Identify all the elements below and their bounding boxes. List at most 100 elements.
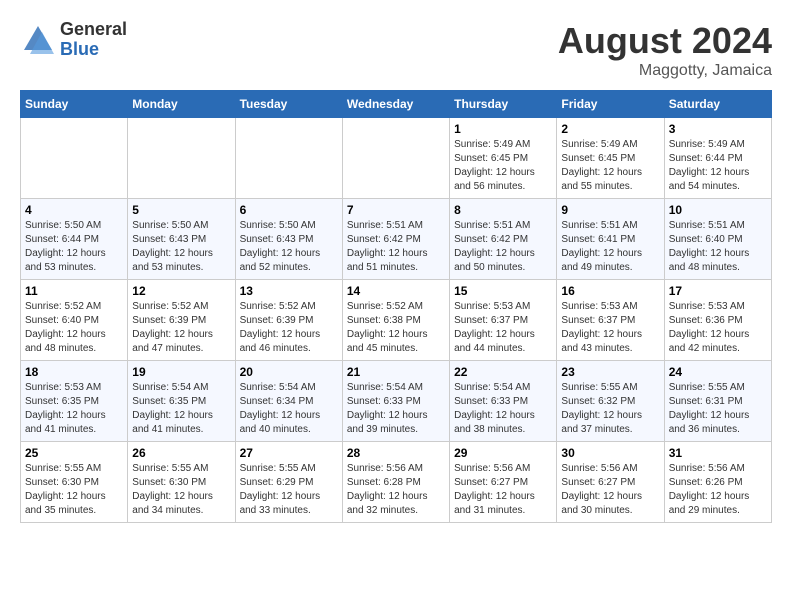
day-number: 14	[347, 284, 445, 298]
day-info-text: Sunrise: 5:53 AM Sunset: 6:37 PM Dayligh…	[454, 300, 552, 356]
day-number: 16	[561, 284, 659, 298]
calendar-cell: 9 Sunrise: 5:51 AM Sunset: 6:41 PM Daylig…	[557, 199, 664, 280]
calendar-cell: 31 Sunrise: 5:56 AM Sunset: 6:26 PM Dayli…	[664, 442, 771, 523]
calendar-cell: 14Sunrise: 5:52 AM Sunset: 6:38 PM Dayli…	[342, 280, 449, 361]
calendar-cell: 18 Sunrise: 5:53 AM Sunset: 6:35 PM Dayli…	[21, 361, 128, 442]
calendar-cell: 10Sunrise: 5:51 AM Sunset: 6:40 PM Dayli…	[664, 199, 771, 280]
calendar-cell: 20 Sunrise: 5:54 AM Sunset: 6:34 PM Dayli…	[235, 361, 342, 442]
day-number: 12	[132, 284, 230, 298]
day-info-text: Sunrise: 5:56 AM Sunset: 6:26 PM Dayligh…	[669, 462, 767, 518]
day-info-text: Sunrise: 5:50 AM Sunset: 6:43 PM Dayligh…	[240, 219, 338, 275]
calendar-week-row: 18 Sunrise: 5:53 AM Sunset: 6:35 PM Dayli…	[21, 361, 772, 442]
calendar-header: SundayMondayTuesdayWednesdayThursdayFrid…	[21, 91, 772, 118]
month-year-title: August 2024	[558, 20, 772, 62]
calendar-cell: 27Sunrise: 5:55 AM Sunset: 6:29 PM Dayli…	[235, 442, 342, 523]
day-of-week-header: Wednesday	[342, 91, 449, 118]
day-number: 6	[240, 203, 338, 217]
day-number: 7	[347, 203, 445, 217]
calendar-week-row: 1Sunrise: 5:49 AM Sunset: 6:45 PM Daylig…	[21, 118, 772, 199]
day-number: 3	[669, 122, 767, 136]
day-info-text: Sunrise: 5:49 AM Sunset: 6:45 PM Dayligh…	[454, 138, 552, 194]
calendar-cell: 8 Sunrise: 5:51 AM Sunset: 6:42 PM Daylig…	[450, 199, 557, 280]
day-info-text: Sunrise: 5:53 AM Sunset: 6:36 PM Dayligh…	[669, 300, 767, 356]
day-info-text: Sunrise: 5:52 AM Sunset: 6:39 PM Dayligh…	[240, 300, 338, 356]
day-number: 11	[25, 284, 123, 298]
calendar-cell	[235, 118, 342, 199]
day-number: 27	[240, 446, 338, 460]
day-number: 21	[347, 365, 445, 379]
title-block: August 2024 Maggotty, Jamaica	[558, 20, 772, 80]
day-info-text: Sunrise: 5:55 AM Sunset: 6:30 PM Dayligh…	[25, 462, 123, 518]
day-number: 25	[25, 446, 123, 460]
day-info-text: Sunrise: 5:51 AM Sunset: 6:42 PM Dayligh…	[454, 219, 552, 275]
calendar-cell: 21Sunrise: 5:54 AM Sunset: 6:33 PM Dayli…	[342, 361, 449, 442]
calendar-cell	[21, 118, 128, 199]
calendar-table: SundayMondayTuesdayWednesdayThursdayFrid…	[20, 90, 772, 523]
day-number: 19	[132, 365, 230, 379]
calendar-cell: 19 Sunrise: 5:54 AM Sunset: 6:35 PM Dayli…	[128, 361, 235, 442]
calendar-body: 1Sunrise: 5:49 AM Sunset: 6:45 PM Daylig…	[21, 118, 772, 523]
calendar-cell: 15Sunrise: 5:53 AM Sunset: 6:37 PM Dayli…	[450, 280, 557, 361]
day-info-text: Sunrise: 5:55 AM Sunset: 6:32 PM Dayligh…	[561, 381, 659, 437]
calendar-cell: 23 Sunrise: 5:55 AM Sunset: 6:32 PM Dayli…	[557, 361, 664, 442]
calendar-cell: 12 Sunrise: 5:52 AM Sunset: 6:39 PM Dayli…	[128, 280, 235, 361]
calendar-cell: 4 Sunrise: 5:50 AM Sunset: 6:44 PM Daylig…	[21, 199, 128, 280]
day-info-text: Sunrise: 5:55 AM Sunset: 6:31 PM Dayligh…	[669, 381, 767, 437]
day-info-text: Sunrise: 5:52 AM Sunset: 6:39 PM Dayligh…	[132, 300, 230, 356]
calendar-cell: 2 Sunrise: 5:49 AM Sunset: 6:45 PM Daylig…	[557, 118, 664, 199]
calendar-week-row: 4 Sunrise: 5:50 AM Sunset: 6:44 PM Daylig…	[21, 199, 772, 280]
calendar-cell: 25 Sunrise: 5:55 AM Sunset: 6:30 PM Dayli…	[21, 442, 128, 523]
day-number: 17	[669, 284, 767, 298]
day-number: 10	[669, 203, 767, 217]
day-number: 9	[561, 203, 659, 217]
calendar-cell: 29Sunrise: 5:56 AM Sunset: 6:27 PM Dayli…	[450, 442, 557, 523]
day-info-text: Sunrise: 5:54 AM Sunset: 6:34 PM Dayligh…	[240, 381, 338, 437]
day-number: 28	[347, 446, 445, 460]
day-of-week-header: Sunday	[21, 91, 128, 118]
calendar-cell: 6 Sunrise: 5:50 AM Sunset: 6:43 PM Daylig…	[235, 199, 342, 280]
day-of-week-header: Monday	[128, 91, 235, 118]
day-info-text: Sunrise: 5:56 AM Sunset: 6:28 PM Dayligh…	[347, 462, 445, 518]
day-info-text: Sunrise: 5:49 AM Sunset: 6:45 PM Dayligh…	[561, 138, 659, 194]
logo-general-text: General	[60, 20, 127, 40]
day-number: 20	[240, 365, 338, 379]
day-number: 18	[25, 365, 123, 379]
day-of-week-header: Friday	[557, 91, 664, 118]
day-info-text: Sunrise: 5:56 AM Sunset: 6:27 PM Dayligh…	[561, 462, 659, 518]
day-info-text: Sunrise: 5:50 AM Sunset: 6:43 PM Dayligh…	[132, 219, 230, 275]
day-number: 8	[454, 203, 552, 217]
calendar-week-row: 11 Sunrise: 5:52 AM Sunset: 6:40 PM Dayli…	[21, 280, 772, 361]
day-info-text: Sunrise: 5:55 AM Sunset: 6:30 PM Dayligh…	[132, 462, 230, 518]
logo: General Blue	[20, 20, 127, 60]
day-number: 5	[132, 203, 230, 217]
days-of-week-row: SundayMondayTuesdayWednesdayThursdayFrid…	[21, 91, 772, 118]
day-info-text: Sunrise: 5:52 AM Sunset: 6:40 PM Dayligh…	[25, 300, 123, 356]
day-number: 31	[669, 446, 767, 460]
day-of-week-header: Saturday	[664, 91, 771, 118]
calendar-cell: 7Sunrise: 5:51 AM Sunset: 6:42 PM Daylig…	[342, 199, 449, 280]
day-number: 13	[240, 284, 338, 298]
day-number: 4	[25, 203, 123, 217]
calendar-week-row: 25 Sunrise: 5:55 AM Sunset: 6:30 PM Dayli…	[21, 442, 772, 523]
day-info-text: Sunrise: 5:49 AM Sunset: 6:44 PM Dayligh…	[669, 138, 767, 194]
calendar-cell: 24Sunrise: 5:55 AM Sunset: 6:31 PM Dayli…	[664, 361, 771, 442]
calendar-cell: 17 Sunrise: 5:53 AM Sunset: 6:36 PM Dayli…	[664, 280, 771, 361]
day-number: 30	[561, 446, 659, 460]
day-info-text: Sunrise: 5:53 AM Sunset: 6:37 PM Dayligh…	[561, 300, 659, 356]
logo-blue-text: Blue	[60, 40, 127, 60]
calendar-cell: 3 Sunrise: 5:49 AM Sunset: 6:44 PM Daylig…	[664, 118, 771, 199]
calendar-cell: 28 Sunrise: 5:56 AM Sunset: 6:28 PM Dayli…	[342, 442, 449, 523]
day-info-text: Sunrise: 5:50 AM Sunset: 6:44 PM Dayligh…	[25, 219, 123, 275]
day-info-text: Sunrise: 5:53 AM Sunset: 6:35 PM Dayligh…	[25, 381, 123, 437]
calendar-cell: 5 Sunrise: 5:50 AM Sunset: 6:43 PM Daylig…	[128, 199, 235, 280]
day-number: 23	[561, 365, 659, 379]
calendar-cell	[128, 118, 235, 199]
calendar-cell: 22Sunrise: 5:54 AM Sunset: 6:33 PM Dayli…	[450, 361, 557, 442]
location-subtitle: Maggotty, Jamaica	[558, 62, 772, 80]
day-number: 2	[561, 122, 659, 136]
day-info-text: Sunrise: 5:51 AM Sunset: 6:41 PM Dayligh…	[561, 219, 659, 275]
logo-icon	[20, 22, 56, 58]
calendar-cell: 13 Sunrise: 5:52 AM Sunset: 6:39 PM Dayli…	[235, 280, 342, 361]
day-info-text: Sunrise: 5:54 AM Sunset: 6:35 PM Dayligh…	[132, 381, 230, 437]
calendar-cell: 30 Sunrise: 5:56 AM Sunset: 6:27 PM Dayli…	[557, 442, 664, 523]
